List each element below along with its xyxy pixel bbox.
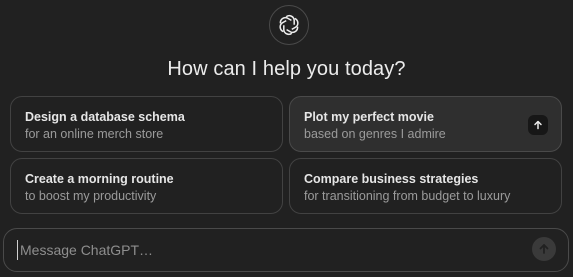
message-input[interactable] xyxy=(17,240,520,260)
suggestion-subtitle: for transitioning from budget to luxury xyxy=(304,189,511,203)
arrow-up-icon[interactable] xyxy=(528,115,548,135)
page-title: How can I help you today? xyxy=(167,58,406,80)
arrow-up-icon xyxy=(539,244,549,254)
suggestion-title: Compare business strategies xyxy=(304,172,479,186)
suggestion-subtitle: for an online merch store xyxy=(25,127,164,141)
suggestion-title: Plot my perfect movie xyxy=(304,110,434,124)
suggestion-card-perfect-movie[interactable]: Plot my perfect movie based on genres I … xyxy=(289,96,562,152)
openai-logo-icon xyxy=(269,5,309,45)
send-button[interactable] xyxy=(532,237,556,261)
suggestion-title: Design a database schema xyxy=(25,110,185,124)
suggestion-card-morning-routine[interactable]: Create a morning routine to boost my pro… xyxy=(10,158,283,214)
suggestion-card-database-schema[interactable]: Design a database schema for an online m… xyxy=(10,96,283,152)
suggestion-title: Create a morning routine xyxy=(25,172,174,186)
suggestion-card-business-strategies[interactable]: Compare business strategies for transiti… xyxy=(289,158,562,214)
suggestion-subtitle: based on genres I admire xyxy=(304,127,446,141)
message-composer xyxy=(3,228,569,272)
suggestion-subtitle: to boost my productivity xyxy=(25,189,157,203)
